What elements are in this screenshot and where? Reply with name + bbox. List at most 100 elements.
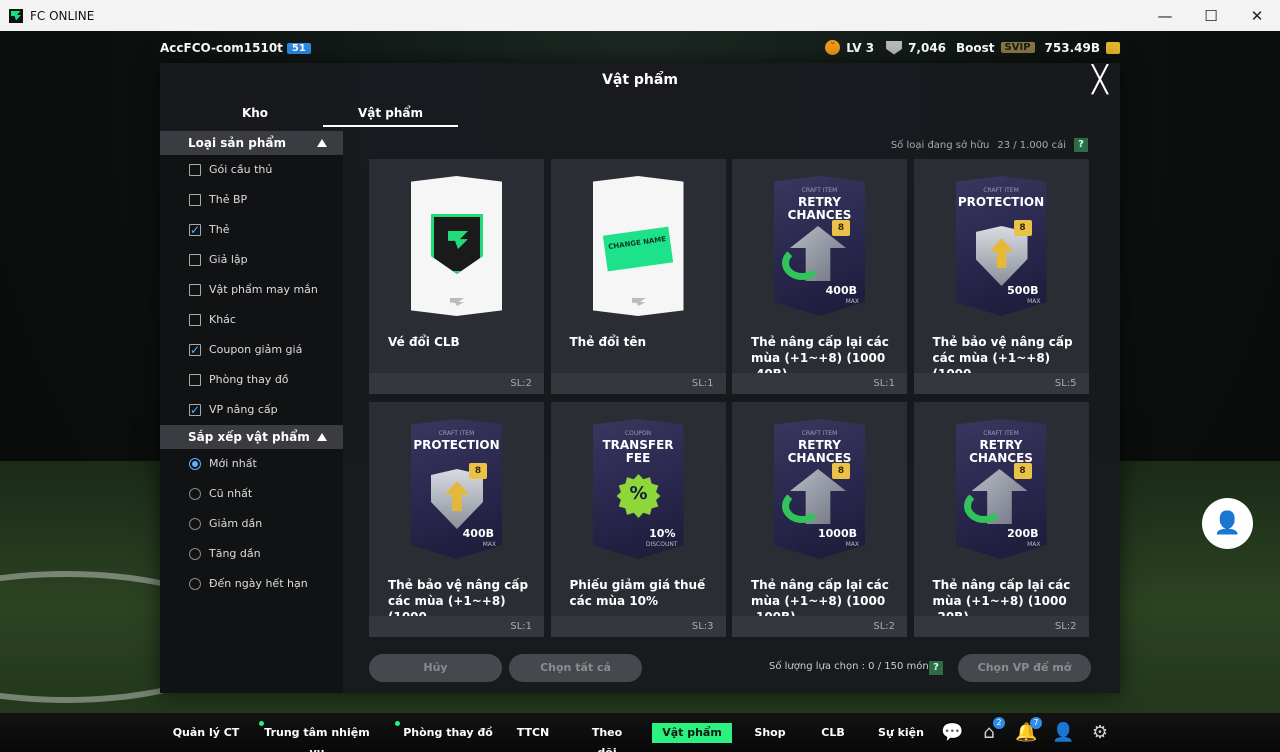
filter-option-label: Thẻ BP: [209, 193, 248, 206]
nav-item[interactable]: Trung tâm nhiệm vụ: [264, 723, 370, 752]
item-art-title: RETRY CHANCES: [969, 438, 1033, 465]
close-modal-icon[interactable]: ╳: [1086, 67, 1114, 95]
checkbox[interactable]: [189, 374, 201, 386]
sort-option[interactable]: Giảm dần: [160, 509, 343, 539]
collapse-triangle-icon[interactable]: [317, 139, 327, 147]
item-art-title: RETRY CHANCES: [787, 195, 852, 222]
item-card[interactable]: CRAFT ITEM PROTECTION 8 400B MAX Thẻ bảo vệ n…: [369, 402, 544, 637]
close-window-button[interactable]: ✕: [1234, 0, 1280, 31]
nav-item[interactable]: Theo dõi: [584, 723, 630, 752]
sort-option[interactable]: Đến ngày hết hạn: [160, 569, 343, 599]
bell-icon[interactable]: 🔔 7: [1015, 717, 1042, 744]
shield-icon: [886, 40, 903, 55]
item-card[interactable]: CRAFT ITEM RETRY CHANCES 8 200B MAX Thẻ nâng …: [913, 402, 1089, 637]
nav-item[interactable]: Shop: [750, 723, 790, 743]
select-all-button[interactable]: Chọn tất cả: [509, 654, 642, 682]
nav-item[interactable]: CLB: [818, 723, 848, 743]
item-quantity: SL:2: [369, 373, 544, 394]
item-card[interactable]: Vé đổi CLB SL:2: [369, 159, 544, 394]
filter-option[interactable]: Vật phẩm may mắn: [160, 275, 343, 305]
filter-option-label: Phòng thay đồ: [209, 373, 289, 386]
sort-header[interactable]: Sắp xếp vật phẩm: [160, 425, 343, 449]
checkbox[interactable]: [189, 284, 201, 296]
item-quantity: SL:1: [732, 373, 907, 394]
item-art: CRAFT ITEM PROTECTION 8 500B MAX: [955, 176, 1047, 316]
maximize-button[interactable]: ☐: [1188, 0, 1234, 31]
checkbox[interactable]: [189, 215, 201, 245]
item-quantity: SL:1: [550, 373, 726, 394]
help-icon[interactable]: ?: [1074, 138, 1088, 152]
sort-option-label: Đến ngày hết hạn: [209, 577, 308, 590]
modal-tabs: Kho Vật phẩm: [160, 99, 460, 127]
checkbox[interactable]: [189, 314, 201, 326]
filter-option-label: Gói cầu thủ: [209, 163, 273, 176]
item-art-caption: MAX: [1027, 298, 1041, 305]
gear-icon-glyph: ⚙: [1091, 722, 1109, 743]
boost-label: Boost: [956, 40, 995, 55]
sort-option[interactable]: Cũ nhất: [160, 479, 343, 509]
item-card[interactable]: CRAFT ITEM RETRY CHANCES 8 1000B MAX Thẻ nâng…: [732, 402, 907, 637]
support-chat-button[interactable]: 👤: [1202, 498, 1253, 549]
app-window: FC ONLINE — ☐ ✕ AccFCO-com1510t 51 ˘ LV …: [0, 0, 1280, 752]
checkbox[interactable]: [189, 335, 201, 365]
filter-option[interactable]: VP nâng cấp: [160, 395, 343, 425]
minimize-button[interactable]: —: [1142, 0, 1188, 31]
tab-kho[interactable]: Kho: [160, 99, 350, 127]
filter-header[interactable]: Loại sản phẩm: [160, 131, 343, 155]
owned-label: Số loại đang sở hữu: [890, 139, 990, 151]
item-card[interactable]: CRAFT ITEM RETRY CHANCES 8 400B MAX Thẻ nâng …: [732, 159, 907, 394]
nav-item[interactable]: Vật phẩm: [652, 723, 732, 743]
cancel-button[interactable]: Hủy: [369, 654, 502, 682]
checkbox[interactable]: [189, 254, 201, 266]
checkbox[interactable]: [189, 395, 201, 425]
sort-option[interactable]: Mới nhất: [160, 449, 343, 479]
profile-icon-glyph: 👤: [1052, 722, 1075, 743]
modal-actions: Hủy Chọn tất cả Số lượng lựa chọn : 0 / …: [369, 654, 1091, 682]
radio-button[interactable]: [189, 518, 201, 530]
radio-button[interactable]: [189, 578, 201, 590]
radio-button[interactable]: [189, 488, 201, 500]
sort-option[interactable]: Tăng dần: [160, 539, 343, 569]
item-card[interactable]: COUPON TRANSFER FEE% 10% DISCOUNT Phiếu giảm…: [550, 402, 726, 637]
tab-vat-pham[interactable]: Vật phẩm: [323, 99, 458, 127]
item-art-caption: MAX: [1027, 541, 1041, 548]
items-grid: Vé đổi CLB SL:2 CHANGE NAME Thẻ đổi tên SL:1…: [369, 159, 1089, 637]
filter-option[interactable]: Khác: [160, 305, 343, 335]
filter-option[interactable]: Thẻ: [160, 215, 343, 245]
item-art-value: 500B: [1007, 284, 1039, 297]
coins-text: 753.49B: [1044, 40, 1100, 55]
radio-button[interactable]: [189, 458, 201, 470]
radio-button[interactable]: [189, 548, 201, 560]
top-status-bar: AccFCO-com1510t 51 ˘ LV 3 7,046 Boost SV…: [0, 31, 1280, 67]
item-card[interactable]: CHANGE NAME Thẻ đổi tên SL:1: [550, 159, 726, 394]
collapse-triangle-icon[interactable]: [317, 433, 327, 441]
filter-option[interactable]: Thẻ BP: [160, 185, 343, 215]
item-quantity: SL:5: [913, 373, 1089, 394]
nav-item[interactable]: Quản lý CT: [170, 723, 242, 743]
owned-value: 23 / 1.000 cái: [997, 139, 1066, 151]
profile-icon[interactable]: 👤: [1052, 722, 1074, 744]
item-art-title: PROTECTION: [413, 438, 500, 452]
open-items-button[interactable]: Chọn VP để mở: [958, 654, 1091, 682]
item-art-value: 10%: [649, 527, 676, 540]
item-art-title: TRANSFER FEE: [602, 438, 674, 465]
filter-option[interactable]: Phòng thay đồ: [160, 365, 343, 395]
retry-arc-icon: [782, 246, 822, 280]
filter-option[interactable]: Coupon giảm giá: [160, 335, 343, 365]
filter-option[interactable]: Giả lập: [160, 245, 343, 275]
nav-item[interactable]: TTCN: [512, 723, 554, 743]
nav-item[interactable]: Sự kiện: [876, 723, 926, 743]
chat-icon[interactable]: 💬: [941, 722, 963, 744]
sort-option-label: Tăng dần: [209, 547, 261, 560]
nav-item[interactable]: Phòng thay đồ: [400, 723, 496, 743]
checkbox[interactable]: [189, 164, 201, 176]
gear-icon[interactable]: ⚙: [1089, 722, 1111, 744]
title-bar: FC ONLINE — ☐ ✕: [0, 0, 1280, 31]
item-card[interactable]: CRAFT ITEM PROTECTION 8 500B MAX Thẻ bảo vệ n…: [913, 159, 1089, 394]
filter-option[interactable]: Gói cầu thủ: [160, 155, 343, 185]
checkbox[interactable]: [189, 194, 201, 206]
fc-shield-icon: [431, 214, 483, 274]
help-icon[interactable]: ?: [929, 661, 943, 675]
bottom-nav: Quản lý CT Trung tâm nhiệm vụ Phòng thay đ…: [0, 713, 1280, 752]
home-icon[interactable]: ⌂ 2: [978, 717, 1005, 744]
